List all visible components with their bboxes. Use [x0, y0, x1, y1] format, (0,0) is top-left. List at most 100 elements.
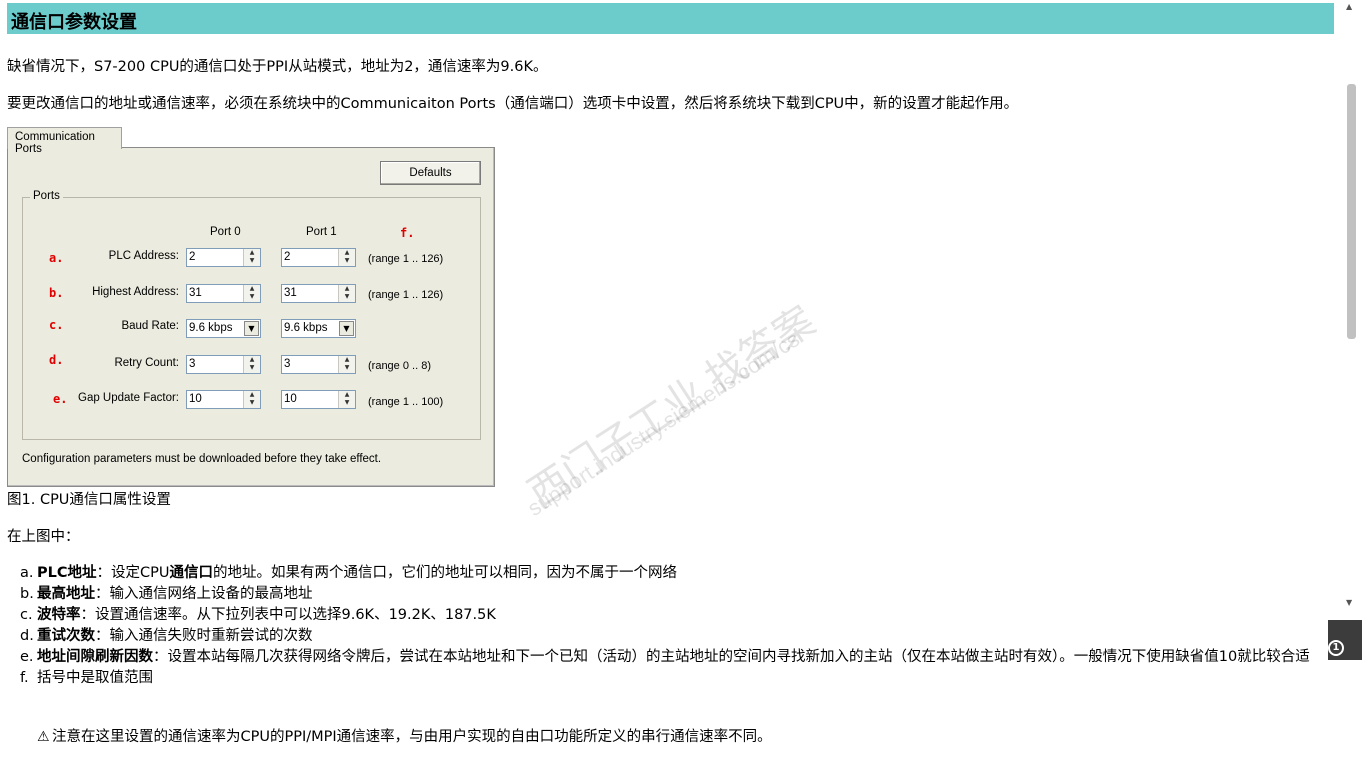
select-value: 9.6 kbps: [189, 322, 233, 334]
notification-badge[interactable]: 1: [1328, 640, 1344, 656]
plc-address-port1-spinner[interactable]: 2 ▲ ▼: [281, 248, 356, 267]
scroll-down-icon[interactable]: ▼: [1346, 598, 1352, 607]
list-item: b. 最高地址：输入通信网络上设备的最高地址: [20, 584, 1320, 605]
plc-address-port0-spinner[interactable]: 2 ▲ ▼: [186, 248, 261, 267]
retry-count-port1-spinner[interactable]: 3 ▲ ▼: [281, 355, 356, 374]
list-term: 重试次数: [37, 628, 95, 644]
highest-address-port0-spinner[interactable]: 31 ▲ ▼: [186, 284, 261, 303]
spin-down-icon[interactable]: ▼: [339, 399, 355, 407]
list-text: ：设置通信速率。从下拉列表中可以选择9.6K、19.2K、187.5K: [80, 607, 496, 623]
list-text: ：设定CPU: [96, 565, 170, 581]
scrollbar-thumb[interactable]: [1347, 84, 1356, 339]
gap-update-factor-port0-spinner[interactable]: 10 ▲ ▼: [186, 390, 261, 409]
warning-text: 注意在这里设置的通信速率为CPU的PPI/MPI通信速率，与由用户实现的自由口功…: [52, 729, 772, 745]
spinner-arrows[interactable]: ▲ ▼: [338, 356, 355, 373]
list-marker: a.: [20, 565, 34, 581]
spinner-value: 2: [189, 251, 196, 263]
spin-up-icon[interactable]: ▲: [339, 285, 355, 293]
spinner-arrows[interactable]: ▲ ▼: [338, 249, 355, 266]
figure-caption: 图1. CPU通信口属性设置: [7, 492, 171, 508]
list-term: 最高地址: [37, 586, 95, 602]
plc-address-range: (range 1 .. 126): [368, 253, 444, 265]
parameter-list: a. PLC地址：设定CPU通信口的地址。如果有两个通信口，它们的地址可以相同，因…: [20, 563, 1320, 689]
spinner-value: 31: [284, 287, 297, 299]
dialog-panel: Defaults Ports Port 0 Port 1 f. a. PLC A…: [7, 147, 495, 487]
article-content: 通信口参数设置 缺省情况下，S7-200 CPU的通信口处于PPI从站模式，地址…: [0, 0, 1342, 768]
spinner-arrows[interactable]: ▲ ▼: [243, 249, 260, 266]
spin-up-icon[interactable]: ▲: [244, 391, 260, 399]
spin-up-icon[interactable]: ▲: [244, 249, 260, 257]
warning-icon: ⚠: [37, 729, 50, 745]
list-item: a. PLC地址：设定CPU通信口的地址。如果有两个通信口，它们的地址可以相同，因…: [20, 563, 1320, 584]
scroll-up-icon[interactable]: ▲: [1346, 2, 1352, 11]
defaults-button[interactable]: Defaults: [380, 161, 481, 185]
port0-header: Port 0: [210, 226, 241, 238]
baud-rate-port0-select[interactable]: 9.6 kbps ▼: [186, 319, 261, 338]
baud-rate-label: Baud Rate:: [121, 320, 179, 332]
spin-down-icon[interactable]: ▼: [244, 399, 260, 407]
intro-paragraph-2: 要更改通信口的地址或通信速率，必须在系统块中的Communicaiton Por…: [7, 96, 1019, 112]
spin-up-icon[interactable]: ▲: [339, 249, 355, 257]
highest-address-label: Highest Address:: [92, 286, 179, 298]
spinner-arrows[interactable]: ▲ ▼: [243, 391, 260, 408]
highest-address-range: (range 1 .. 126): [368, 289, 444, 301]
spin-down-icon[interactable]: ▼: [244, 293, 260, 301]
spinner-value: 31: [189, 287, 202, 299]
spin-up-icon[interactable]: ▲: [244, 356, 260, 364]
dropdown-arrow-icon[interactable]: ▼: [244, 321, 259, 336]
select-value: 9.6 kbps: [284, 322, 328, 334]
retry-count-range: (range 0 .. 8): [368, 360, 431, 372]
list-item: c. 波特率：设置通信速率。从下拉列表中可以选择9.6K、19.2K、187.5K: [20, 605, 1320, 626]
list-term: PLC地址: [37, 565, 97, 581]
retry-count-label: Retry Count:: [114, 357, 179, 369]
list-marker: f.: [20, 670, 29, 686]
port1-header: Port 1: [306, 226, 337, 238]
spin-down-icon[interactable]: ▼: [244, 364, 260, 372]
spinner-arrows[interactable]: ▲ ▼: [243, 356, 260, 373]
intro-paragraph-1: 缺省情况下，S7-200 CPU的通信口处于PPI从站模式，地址为2，通信速率为…: [7, 59, 548, 75]
spinner-arrows[interactable]: ▲ ▼: [338, 391, 355, 408]
range-column-marker: f.: [400, 226, 415, 240]
dropdown-arrow-icon[interactable]: ▼: [339, 321, 354, 336]
list-term: 波特率: [37, 607, 81, 623]
list-marker: b.: [20, 586, 34, 602]
ports-groupbox: Ports Port 0 Port 1 f. a. PLC Address: 2…: [22, 190, 481, 440]
spinner-arrows[interactable]: ▲ ▼: [243, 285, 260, 302]
spin-up-icon[interactable]: ▲: [339, 356, 355, 364]
list-item: d. 重试次数：输入通信失败时重新尝试的次数: [20, 626, 1320, 647]
gap-update-factor-range: (range 1 .. 100): [368, 396, 444, 408]
list-marker: c.: [20, 607, 33, 623]
vertical-scrollbar[interactable]: ▲ ▼: [1342, 0, 1366, 615]
list-text: ：设置本站每隔几次获得网络令牌后，尝试在本站地址和下一个已知（活动）的主站地址的…: [153, 649, 1310, 665]
warning-note: ⚠ 注意在这里设置的通信速率为CPU的PPI/MPI通信速率，与由用户实现的自由口…: [37, 725, 772, 746]
page-title: 通信口参数设置: [7, 3, 1334, 34]
communication-ports-dialog-figure: Communication Ports Defaults Ports Port …: [7, 127, 495, 487]
spin-up-icon[interactable]: ▲: [244, 285, 260, 293]
retry-count-port0-spinner[interactable]: 3 ▲ ▼: [186, 355, 261, 374]
tab-communication-ports[interactable]: Communication Ports: [7, 127, 122, 155]
spinner-value: 10: [189, 393, 202, 405]
ports-group-label: Ports: [30, 190, 63, 202]
list-item: f. 括号中是取值范围: [20, 668, 1320, 689]
list-text: 的地址。如果有两个通信口，它们的地址可以相同，因为不属于一个网络: [213, 565, 677, 581]
spinner-arrows[interactable]: ▲ ▼: [338, 285, 355, 302]
list-marker: d.: [20, 628, 34, 644]
spinner-value: 10: [284, 393, 297, 405]
spin-up-icon[interactable]: ▲: [339, 391, 355, 399]
spin-down-icon[interactable]: ▼: [339, 257, 355, 265]
gap-update-factor-port1-spinner[interactable]: 10 ▲ ▼: [281, 390, 356, 409]
spin-down-icon[interactable]: ▼: [339, 364, 355, 372]
spinner-value: 2: [284, 251, 291, 263]
baud-rate-port1-select[interactable]: 9.6 kbps ▼: [281, 319, 356, 338]
watermark-url: support.industry.siemens.com/cs: [523, 326, 804, 521]
spin-down-icon[interactable]: ▼: [244, 257, 260, 265]
list-marker: e.: [20, 649, 34, 665]
highest-address-port1-spinner[interactable]: 31 ▲ ▼: [281, 284, 356, 303]
spinner-value: 3: [284, 358, 291, 370]
spinner-value: 3: [189, 358, 196, 370]
gap-update-factor-label: Gap Update Factor:: [78, 392, 179, 404]
plc-address-label: PLC Address:: [108, 250, 179, 262]
download-note: Configuration parameters must be downloa…: [22, 453, 382, 465]
spin-down-icon[interactable]: ▼: [339, 293, 355, 301]
watermark-title: 西门子工业 找答案: [520, 298, 823, 517]
